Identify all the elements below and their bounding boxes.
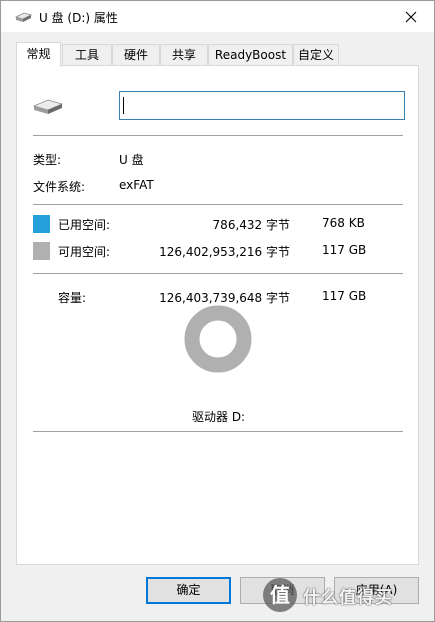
type-value: U 盘 xyxy=(119,153,144,167)
tab-strip: 常规 工具 硬件 共享 ReadyBoost 自定义 xyxy=(16,42,421,67)
text-caret xyxy=(123,97,124,114)
tab-tools[interactable]: 工具 xyxy=(62,44,112,66)
tab-readyboost[interactable]: ReadyBoost xyxy=(208,44,293,66)
separator xyxy=(33,273,403,274)
drive-icon xyxy=(33,99,63,114)
watermark-text: 什么值得买 xyxy=(303,587,393,608)
filesystem-label: 文件系统: xyxy=(33,180,86,194)
used-space-size: 768 KB xyxy=(322,216,365,230)
used-space-bytes: 786,432 字节 xyxy=(212,218,290,232)
close-icon xyxy=(405,11,417,22)
free-space-label: 可用空间: xyxy=(58,245,111,259)
free-space-ring xyxy=(184,305,252,373)
free-space-size: 117 GB xyxy=(322,243,367,257)
tab-customize[interactable]: 自定义 xyxy=(293,44,339,66)
tab-hardware[interactable]: 硬件 xyxy=(112,44,160,66)
watermark-logo-icon: 值 xyxy=(263,578,297,612)
separator xyxy=(33,135,403,136)
window-title: U 盘 (D:) 属性 xyxy=(39,11,118,25)
ok-button[interactable]: 确定 xyxy=(146,577,231,604)
separator xyxy=(33,431,403,432)
general-panel: 类型: U 盘 文件系统: exFAT 已用空间: 786,432 字节 768… xyxy=(16,65,419,565)
used-space-label: 已用空间: xyxy=(58,218,111,232)
disk-usage-donut xyxy=(184,305,252,373)
separator xyxy=(33,204,403,205)
watermark: 值 什么值得买 xyxy=(263,575,433,615)
free-space-swatch xyxy=(33,242,50,260)
type-label: 类型: xyxy=(33,153,62,167)
properties-window: U 盘 (D:) 属性 常规 工具 硬件 共享 ReadyBoost 自定义 类… xyxy=(0,0,435,622)
close-button[interactable] xyxy=(388,1,434,32)
capacity-label: 容量: xyxy=(58,291,87,305)
filesystem-value: exFAT xyxy=(119,178,154,192)
capacity-size: 117 GB xyxy=(322,289,367,303)
drive-label: 驱动器 D: xyxy=(192,410,246,424)
tab-sharing[interactable]: 共享 xyxy=(160,44,208,66)
used-space-swatch xyxy=(33,215,50,233)
usb-drive-icon xyxy=(14,12,32,22)
tab-general[interactable]: 常规 xyxy=(16,42,61,67)
free-space-bytes: 126,402,953,216 字节 xyxy=(159,245,290,259)
title-bar: U 盘 (D:) 属性 xyxy=(1,1,434,32)
drive-name-input[interactable] xyxy=(119,91,405,120)
